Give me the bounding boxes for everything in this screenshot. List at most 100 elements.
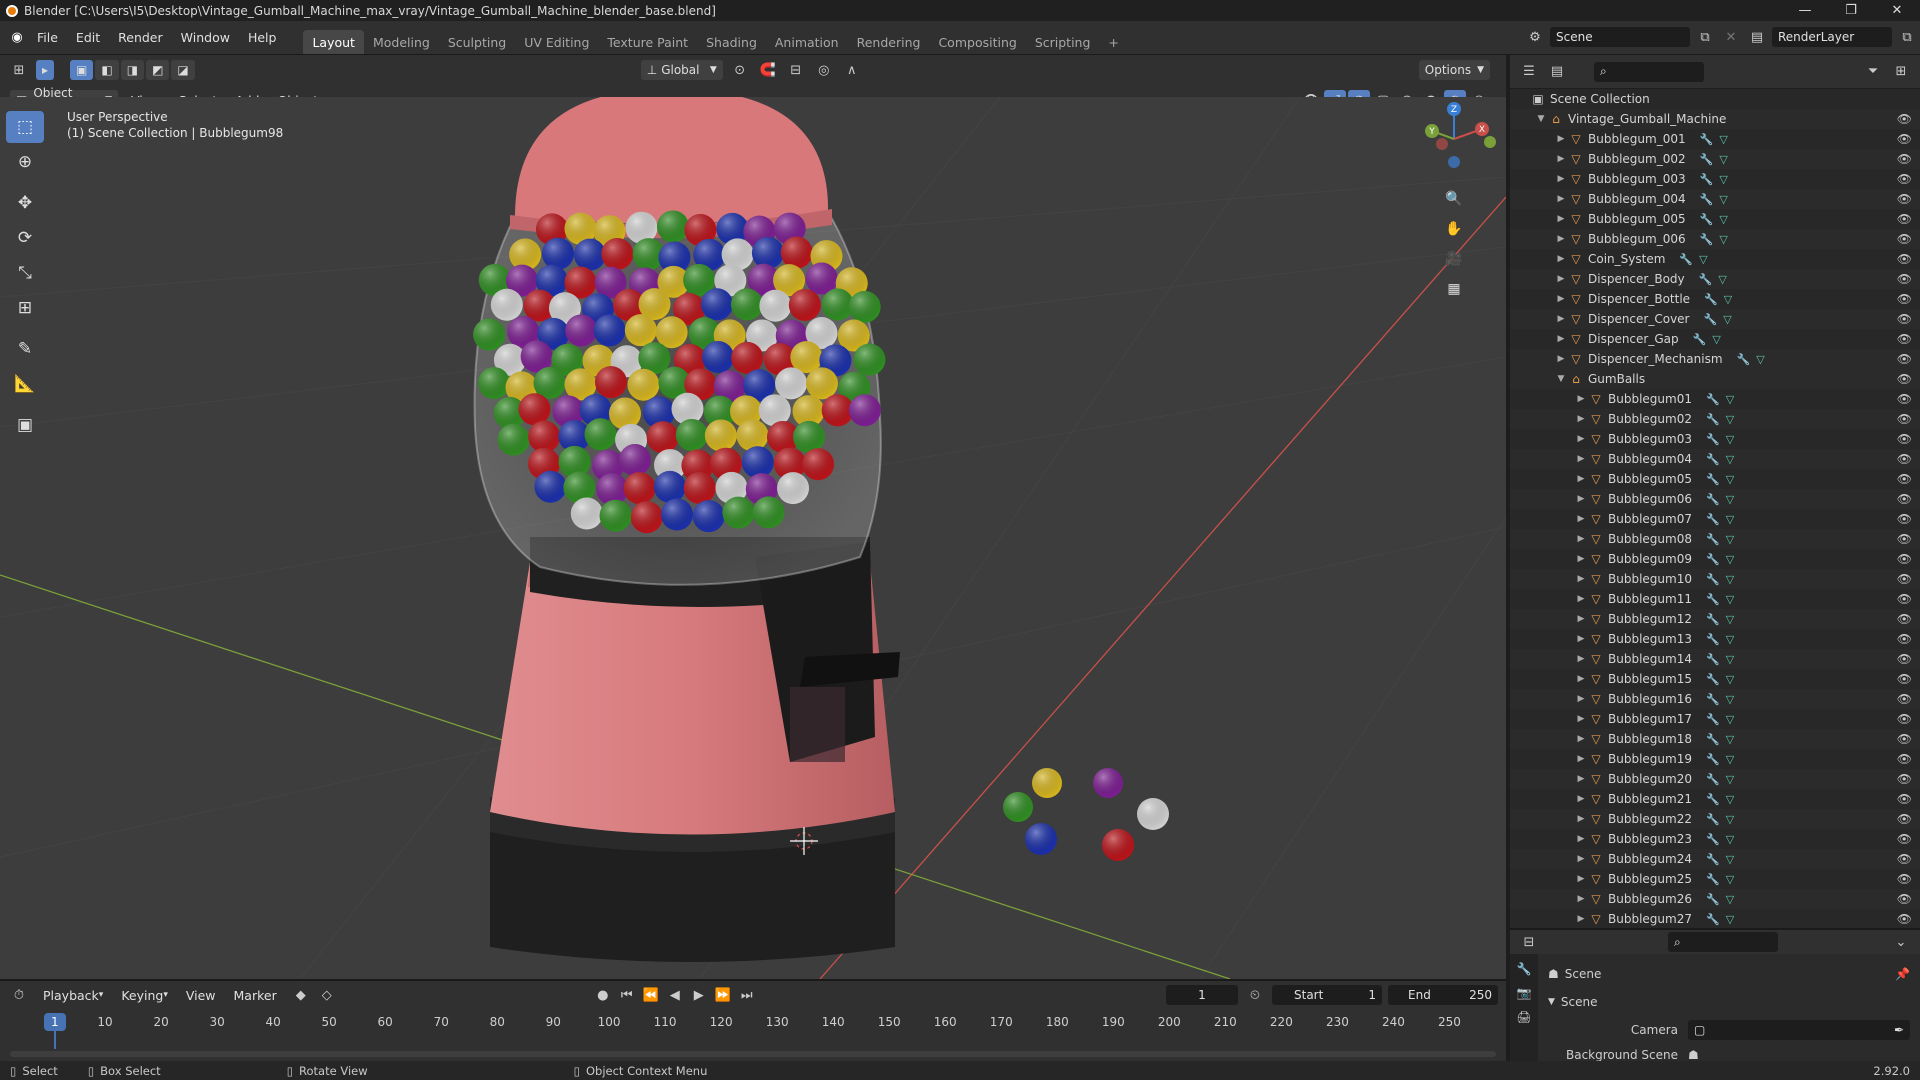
eye-icon[interactable]: 👁 — [1897, 672, 1912, 686]
eye-icon[interactable]: 👁 — [1897, 492, 1912, 506]
modifier-wrench-icon[interactable]: 🔧 — [1700, 193, 1714, 206]
annotate-tool-icon[interactable]: ✎ — [6, 333, 44, 365]
mesh-data-icon[interactable]: ▽ — [1726, 413, 1734, 426]
expand-arrow-icon[interactable]: ▶ — [1574, 514, 1588, 524]
expand-arrow-icon[interactable]: ▶ — [1574, 794, 1588, 804]
mesh-data-icon[interactable]: ▽ — [1756, 353, 1764, 366]
ortho-grid-icon[interactable]: ▦ — [1441, 276, 1467, 302]
mesh-data-icon[interactable]: ▽ — [1718, 273, 1726, 286]
eye-icon[interactable]: 👁 — [1897, 292, 1912, 306]
move-tool-icon[interactable]: ✥ — [6, 187, 44, 219]
mesh-data-icon[interactable]: ▽ — [1726, 833, 1734, 846]
mesh-data-icon[interactable]: ▽ — [1726, 593, 1734, 606]
mesh-data-icon[interactable]: ▽ — [1726, 613, 1734, 626]
modifier-wrench-icon[interactable]: 🔧 — [1706, 573, 1720, 586]
outliner-row-bubblegum_006[interactable]: ▶ ▽ Bubblegum_006 🔧 ▽ 👁 — [1510, 229, 1920, 249]
modifier-wrench-icon[interactable]: 🔧 — [1706, 593, 1720, 606]
eye-icon[interactable]: 👁 — [1897, 512, 1912, 526]
eye-icon[interactable]: 👁 — [1897, 352, 1912, 366]
modifier-wrench-icon[interactable]: 🔧 — [1706, 713, 1720, 726]
mesh-data-icon[interactable]: ▽ — [1726, 693, 1734, 706]
view-layer-browse-icon[interactable]: ▤ — [1746, 27, 1768, 47]
eye-icon[interactable]: 👁 — [1897, 432, 1912, 446]
expand-arrow-icon[interactable]: ▼ — [1534, 114, 1548, 124]
mesh-data-icon[interactable]: ▽ — [1726, 793, 1734, 806]
expand-arrow-icon[interactable]: ▶ — [1574, 814, 1588, 824]
expand-arrow-icon[interactable]: ▼ — [1554, 374, 1568, 384]
modifier-wrench-icon[interactable]: 🔧 — [1706, 733, 1720, 746]
eye-icon[interactable]: 👁 — [1897, 212, 1912, 226]
modifier-wrench-icon[interactable]: 🔧 — [1700, 213, 1714, 226]
mesh-data-icon[interactable]: ▽ — [1712, 333, 1720, 346]
modifier-wrench-icon[interactable]: 🔧 — [1706, 513, 1720, 526]
select-new-icon[interactable]: ▣ — [70, 60, 94, 80]
outliner-row-bubblegum24[interactable]: ▶ ▽ Bubblegum24 🔧 ▽ 👁 — [1510, 849, 1920, 869]
eye-icon[interactable]: 👁 — [1897, 692, 1912, 706]
panel-expand-arrow-icon[interactable]: ▼ — [1548, 997, 1555, 1007]
mesh-data-icon[interactable]: ▽ — [1726, 813, 1734, 826]
outliner-row-bubblegum25[interactable]: ▶ ▽ Bubblegum25 🔧 ▽ 👁 — [1510, 869, 1920, 889]
modifier-wrench-icon[interactable]: 🔧 — [1706, 473, 1720, 486]
outliner-row-bubblegum21[interactable]: ▶ ▽ Bubblegum21 🔧 ▽ 👁 — [1510, 789, 1920, 809]
eye-icon[interactable]: 👁 — [1897, 772, 1912, 786]
mesh-data-icon[interactable]: ▽ — [1726, 453, 1734, 466]
outliner-row-dispencer_body[interactable]: ▶ ▽ Dispencer_Body 🔧 ▽ 👁 — [1510, 269, 1920, 289]
pivot-point-icon[interactable]: ⊙ — [729, 60, 751, 80]
modifier-wrench-icon[interactable]: 🔧 — [1699, 273, 1713, 286]
modifier-wrench-icon[interactable]: 🔧 — [1704, 293, 1718, 306]
expand-arrow-icon[interactable]: ▶ — [1574, 434, 1588, 444]
maximize-button[interactable]: ❐ — [1828, 0, 1874, 21]
expand-arrow-icon[interactable]: ▶ — [1574, 874, 1588, 884]
modifier-wrench-icon[interactable]: 🔧 — [1706, 393, 1720, 406]
eye-icon[interactable]: 👁 — [1897, 872, 1912, 886]
expand-arrow-icon[interactable]: ▶ — [1554, 134, 1568, 144]
expand-arrow-icon[interactable]: ▶ — [1554, 354, 1568, 364]
eye-icon[interactable]: 👁 — [1897, 272, 1912, 286]
outliner-row-bubblegum04[interactable]: ▶ ▽ Bubblegum04 🔧 ▽ 👁 — [1510, 449, 1920, 469]
menu-render[interactable]: Render — [109, 26, 172, 50]
outliner-row-bubblegum01[interactable]: ▶ ▽ Bubblegum01 🔧 ▽ 👁 — [1510, 389, 1920, 409]
mesh-data-icon[interactable]: ▽ — [1726, 853, 1734, 866]
outliner-row-bubblegum14[interactable]: ▶ ▽ Bubblegum14 🔧 ▽ 👁 — [1510, 649, 1920, 669]
mesh-data-icon[interactable]: ▽ — [1726, 633, 1734, 646]
outliner-row-bubblegum11[interactable]: ▶ ▽ Bubblegum11 🔧 ▽ 👁 — [1510, 589, 1920, 609]
mesh-data-icon[interactable]: ▽ — [1726, 653, 1734, 666]
modifier-wrench-icon[interactable]: 🔧 — [1700, 233, 1714, 246]
modifier-wrench-icon[interactable]: 🔧 — [1706, 493, 1720, 506]
add-cube-tool-icon[interactable]: ▣ — [6, 409, 44, 441]
frame-ruler[interactable]: 1 10 20 30 40 50 60 70 80 90 100 110 120 130 140 150 160… — [0, 981, 1506, 1051]
cursor-tool-icon[interactable]: ⊕ — [6, 146, 44, 178]
eye-icon[interactable]: 👁 — [1897, 812, 1912, 826]
outliner-row-dispencer_cover[interactable]: ▶ ▽ Dispencer_Cover 🔧 ▽ 👁 — [1510, 309, 1920, 329]
menu-edit[interactable]: Edit — [67, 26, 109, 50]
eye-icon[interactable]: 👁 — [1897, 172, 1912, 186]
mesh-data-icon[interactable]: ▽ — [1726, 393, 1734, 406]
scene-selector[interactable]: Scene — [1550, 27, 1690, 47]
expand-arrow-icon[interactable]: ▶ — [1574, 574, 1588, 584]
outliner-row-bubblegum02[interactable]: ▶ ▽ Bubblegum02 🔧 ▽ 👁 — [1510, 409, 1920, 429]
mesh-data-icon[interactable]: ▽ — [1719, 173, 1727, 186]
tab-shading[interactable]: Shading — [697, 30, 766, 54]
outliner-row-bubblegum06[interactable]: ▶ ▽ Bubblegum06 🔧 ▽ 👁 — [1510, 489, 1920, 509]
expand-arrow-icon[interactable]: ▶ — [1574, 454, 1588, 464]
eye-icon[interactable]: 👁 — [1897, 572, 1912, 586]
expand-arrow-icon[interactable]: ▶ — [1554, 294, 1568, 304]
mesh-data-icon[interactable]: ▽ — [1726, 753, 1734, 766]
outliner-row-bubblegum27[interactable]: ▶ ▽ Bubblegum27 🔧 ▽ 👁 — [1510, 909, 1920, 926]
tab-sculpting[interactable]: Sculpting — [439, 30, 515, 54]
eye-icon[interactable]: 👁 — [1897, 312, 1912, 326]
blender-menu-icon[interactable]: ◉ — [6, 28, 28, 48]
modifier-wrench-icon[interactable]: 🔧 — [1706, 633, 1720, 646]
mesh-data-icon[interactable]: ▽ — [1726, 673, 1734, 686]
expand-arrow-icon[interactable]: ▶ — [1574, 654, 1588, 664]
expand-arrow-icon[interactable]: ▶ — [1554, 154, 1568, 164]
camera-view-icon[interactable]: 🎥 — [1441, 246, 1467, 272]
eye-icon[interactable]: 👁 — [1897, 732, 1912, 746]
select-box-tool-icon[interactable]: ⬚ — [6, 111, 44, 143]
eye-icon[interactable]: 👁 — [1897, 412, 1912, 426]
output-tab-icon[interactable]: 🖨 — [1516, 1010, 1531, 1024]
eye-icon[interactable]: 👁 — [1897, 612, 1912, 626]
mesh-data-icon[interactable]: ▽ — [1699, 253, 1707, 266]
tab-texture-paint[interactable]: Texture Paint — [598, 30, 697, 54]
modifier-wrench-icon[interactable]: 🔧 — [1737, 353, 1751, 366]
